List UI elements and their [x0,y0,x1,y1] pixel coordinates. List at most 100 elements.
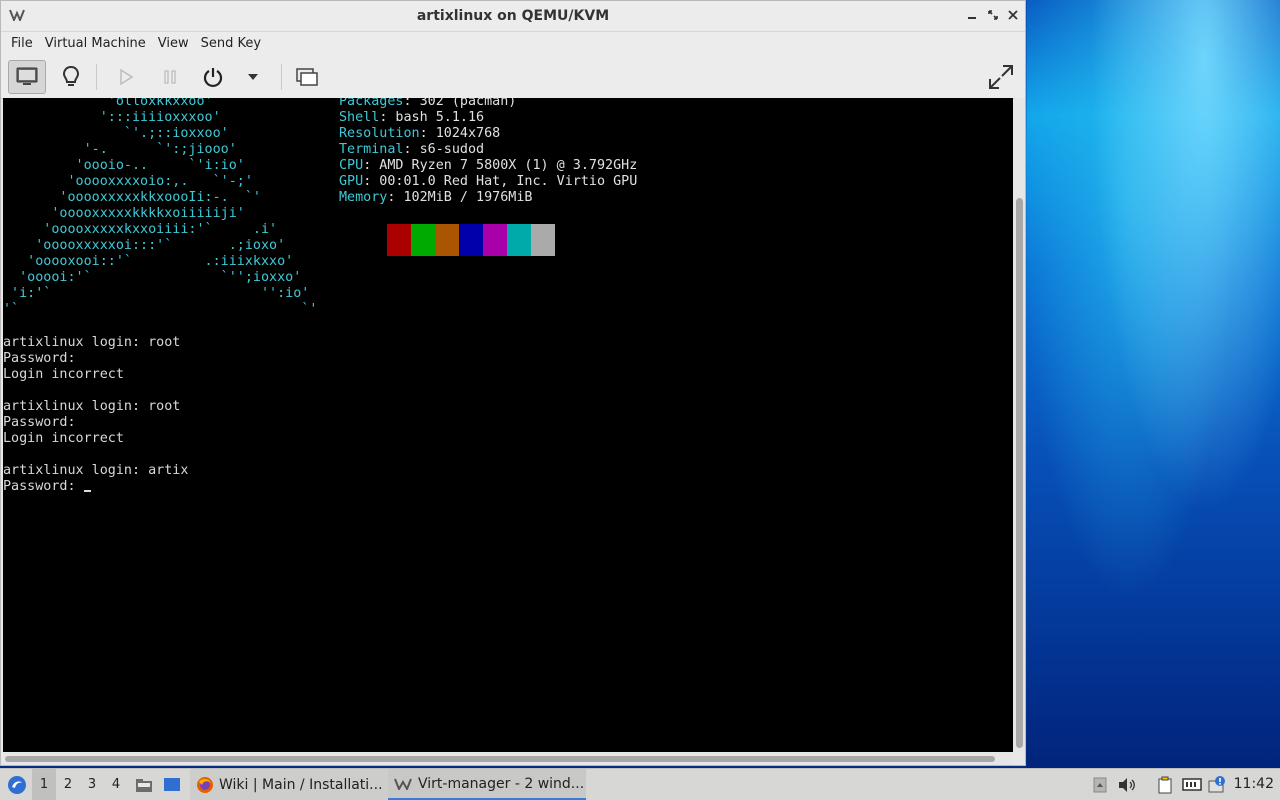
update-notifier-icon [1208,776,1225,793]
desktop-background [1027,0,1280,768]
info-line: CPU: AMD Ryzen 7 5800X (1) @ 3.792GHz [339,158,637,174]
toolbar-separator [96,64,97,90]
color-swatch [411,224,435,256]
volume-button[interactable] [1117,775,1137,795]
virt-manager-icon [394,778,412,790]
menu-send-key[interactable]: Send Key [195,32,267,56]
info-value: : s6-sudod [403,142,485,157]
info-key: GPU [339,174,364,189]
info-key: Shell [339,110,380,125]
info-value: : 102MiB / 1976MiB [387,190,533,205]
login-output: artixlinux login: root Password: Login inc… [3,335,188,495]
info-key: Packages [339,98,404,109]
close-button[interactable] [1004,7,1022,25]
info-value: : bash 5.1.16 [379,110,485,125]
menubar: File Virtual Machine View Send Key [1,32,1025,56]
run-button[interactable] [107,60,145,94]
info-value: : 00:01.0 Red Hat, Inc. Virtio GPU [363,174,638,189]
console-view-button[interactable] [8,60,46,94]
color-swatch [531,224,555,256]
clipboard-icon [1158,776,1172,794]
info-line: Shell: bash 5.1.16 [339,110,637,126]
color-swatch [435,224,459,256]
pause-icon [164,70,176,84]
power-icon [203,68,223,88]
info-value: : AMD Ryzen 7 5800X (1) @ 3.792GHz [363,158,638,173]
pause-button[interactable] [151,60,189,94]
info-value: : 1024x768 [419,126,501,141]
toolbar-separator [281,64,282,90]
info-key: Terminal [339,142,404,157]
vm-window: artixlinux on QEMU/KVM File Virtual Mach… [0,0,1026,766]
console-line: artixlinux login: root [3,399,181,414]
tray-expand-button[interactable] [1090,775,1110,795]
info-key: Resolution [339,126,420,141]
horizontal-scrollbar[interactable] [3,753,1013,765]
taskbar: 1 2 3 4 Wiki | Main / Installati... Virt… [0,768,1280,800]
clock[interactable]: 11:42 [1234,769,1274,800]
menu-file[interactable]: File [5,32,39,56]
color-swatch [459,224,483,256]
start-menu-button[interactable] [4,769,30,800]
desktop-icon [164,777,180,791]
show-desktop-button[interactable] [160,769,184,800]
speaker-icon [1119,778,1135,792]
console-line: Password: [3,351,76,366]
console-line: Password: [3,479,188,495]
windows-icon [296,68,318,86]
expand-icon [989,65,1013,89]
clipboard-button[interactable] [1155,775,1175,795]
menu-view[interactable]: View [152,32,195,56]
folder-icon [136,778,152,792]
menu-virtual-machine[interactable]: Virtual Machine [39,32,152,56]
console-line: artixlinux login: artix [3,463,189,478]
details-view-button[interactable] [52,60,90,94]
info-line: Packages: 302 (pacman) [339,98,637,110]
task-virt-manager[interactable]: Virt-manager - 2 wind... [388,769,586,800]
vm-console[interactable]: 'olloxkkxxoo' ':::iiiioxxxoo' `'.;::ioxx… [3,98,1013,752]
info-key: CPU [339,158,364,173]
task-label: Wiki | Main / Installati... [219,776,383,793]
info-line: GPU: 00:01.0 Red Hat, Inc. Virtio GPU [339,174,637,190]
network-button[interactable] [1182,775,1202,795]
updates-button[interactable] [1208,775,1228,795]
color-swatch [387,224,411,256]
task-firefox-wiki[interactable]: Wiki | Main / Installati... [190,769,396,800]
artix-ascii-logo: 'olloxkkxxoo' ':::iiiioxxxoo' `'.;::ioxx… [3,98,318,317]
system-info: Packages: 302 (pacman) Shell: bash 5.1.16… [339,98,637,206]
console-line: Password: [3,415,76,430]
maximize-button[interactable] [984,7,1002,25]
shutdown-menu-button[interactable] [233,60,273,94]
vertical-scrollbar[interactable] [1014,98,1025,752]
workspace-3[interactable]: 3 [80,769,104,800]
file-manager-launcher[interactable] [132,769,156,800]
shutdown-button[interactable] [194,60,232,94]
minimize-button[interactable] [963,7,981,25]
color-swatch [483,224,507,256]
vertical-scroll-thumb[interactable] [1016,198,1023,748]
info-value: : 302 (pacman) [403,98,517,109]
app-menu-icon [8,775,26,794]
workspace-1[interactable]: 1 [32,769,56,800]
fullscreen-button[interactable] [982,60,1020,94]
firefox-icon [197,776,213,793]
network-icon [1182,778,1202,791]
play-icon [120,68,134,86]
monitor-icon [16,67,38,85]
info-key: Memory [339,190,388,205]
text-cursor [83,490,91,492]
color-swatch [363,224,387,256]
console-line: artixlinux login: root [3,335,181,350]
lightbulb-icon [62,65,80,86]
horizontal-scroll-thumb[interactable] [5,756,995,762]
screenshot-switch-button[interactable] [288,60,326,94]
window-titlebar[interactable]: artixlinux on QEMU/KVM [1,1,1025,32]
workspace-4[interactable]: 4 [104,769,128,800]
window-title: artixlinux on QEMU/KVM [416,8,610,24]
toolbar [1,56,1025,99]
info-line: Memory: 102MiB / 1976MiB [339,190,637,206]
workspace-2[interactable]: 2 [56,769,80,800]
chevron-up-icon [1093,777,1107,793]
